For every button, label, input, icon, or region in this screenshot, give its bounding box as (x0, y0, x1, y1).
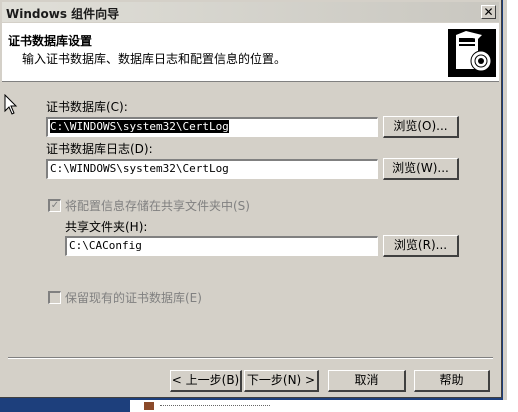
share-folder-input[interactable]: C:\CAConfig (65, 236, 378, 256)
wizard-dialog: Windows 组件向导 ✕ 证书数据库设置 输入证书数据库、数据库日志和配置信… (0, 0, 502, 398)
share-config-label: 将配置信息存储在共享文件夹中(S) (65, 199, 250, 213)
share-folder-label: 共享文件夹(H): (65, 220, 148, 234)
mouse-cursor-icon (4, 94, 18, 115)
log-path-value: C:\WINDOWS\system32\CertLog (50, 162, 229, 175)
log-label: 证书数据库日志(D): (46, 142, 153, 156)
help-button[interactable]: 帮助 (414, 370, 490, 392)
close-icon: ✕ (483, 5, 494, 19)
db-browse-button[interactable]: 浏览(O)... (383, 116, 459, 138)
log-browse-button[interactable]: 浏览(W)... (383, 158, 459, 180)
keep-db-checkbox[interactable] (48, 291, 61, 304)
next-button[interactable]: 下一步(N) > (244, 370, 319, 392)
window-title: Windows 组件向导 (6, 7, 120, 21)
db-path-input[interactable]: C:\WINDOWS\system32\CertLog (46, 117, 378, 137)
log-path-input[interactable]: C:\WINDOWS\system32\CertLog (46, 159, 378, 179)
share-config-checkbox[interactable]: ✓ (48, 199, 61, 212)
back-button[interactable]: < 上一步(B) (170, 370, 242, 392)
title-bar[interactable]: Windows 组件向导 ✕ (2, 2, 499, 22)
share-folder-browse-button[interactable]: 浏览(R)... (383, 235, 459, 257)
button-separator (8, 357, 493, 359)
page-subtitle: 输入证书数据库、数据库日志和配置信息的位置。 (22, 52, 287, 66)
desktop-background-right (503, 0, 518, 412)
close-button[interactable]: ✕ (481, 5, 496, 19)
wizard-header: 证书数据库设置 输入证书数据库、数据库日志和配置信息的位置。 (2, 23, 499, 82)
page-title: 证书数据库设置 (8, 34, 93, 48)
db-path-value: C:\WINDOWS\system32\CertLog (50, 120, 229, 133)
db-label: 证书数据库(C): (46, 100, 128, 114)
share-folder-value: C:\CAConfig (69, 239, 142, 252)
background-window-strip (130, 400, 518, 412)
wizard-box-cd-icon (448, 29, 496, 77)
cancel-button[interactable]: 取消 (328, 370, 406, 392)
keep-db-label: 保留现有的证书数据库(E) (65, 291, 202, 305)
